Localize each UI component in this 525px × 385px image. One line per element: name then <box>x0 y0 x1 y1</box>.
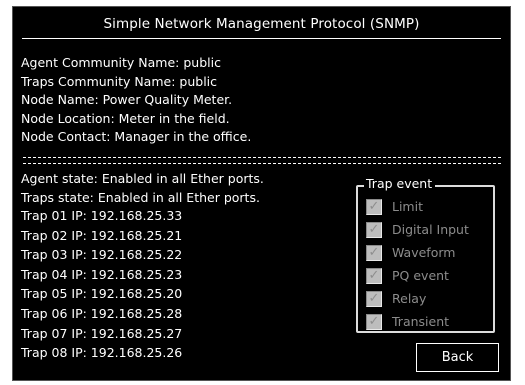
trap-event-pq-event: ✓ PQ event <box>366 264 469 287</box>
trap-event-digital-input: ✓ Digital Input <box>366 218 469 241</box>
digital-input-label: Digital Input <box>392 222 469 237</box>
waveform-checkbox: ✓ <box>366 244 382 261</box>
trap-ip-item: Trap 04 IP: 192.168.25.23 <box>21 266 183 282</box>
agent-community-name: Agent Community Name: public <box>21 55 221 70</box>
relay-label: Relay <box>392 291 427 306</box>
trap-event-group: Trap event ✓ Limit ✓ Digital Input ✓ Wav… <box>356 176 495 333</box>
trap-ip-item: Trap 08 IP: 192.168.25.26 <box>21 345 183 361</box>
trap-ip-item: Trap 03 IP: 192.168.25.22 <box>21 247 183 263</box>
snmp-screen: Simple Network Management Protocol (SNMP… <box>12 6 511 381</box>
transient-label: Transient <box>392 314 450 329</box>
traps-community-name: Traps Community Name: public <box>21 73 218 89</box>
back-button[interactable]: Back <box>416 343 499 372</box>
agent-state: Agent state: Enabled in all Ether ports. <box>21 171 264 186</box>
trap-ip-item: Trap 07 IP: 192.168.25.27 <box>21 325 183 341</box>
trap-ip-item: Trap 06 IP: 192.168.25.28 <box>21 305 183 321</box>
trap-ip-item: Trap 02 IP: 192.168.25.21 <box>21 227 183 243</box>
traps-state: Traps state: Enabled in all Ether ports. <box>21 189 260 205</box>
relay-checkbox: ✓ <box>366 290 382 307</box>
trap-event-transient: ✓ Transient <box>366 310 469 333</box>
equals-separator <box>23 157 501 164</box>
waveform-label: Waveform <box>392 245 456 260</box>
node-contact: Node Contact: Manager in the office. <box>21 129 252 144</box>
digital-input-checkbox: ✓ <box>366 221 382 238</box>
pq-event-label: PQ event <box>392 268 449 283</box>
pq-event-checkbox: ✓ <box>366 267 382 284</box>
limit-label: Limit <box>392 199 423 214</box>
snmp-status: Agent state: Enabled in all Ether ports.… <box>21 170 264 207</box>
trap-ip-item: Trap 01 IP: 192.168.25.33 <box>21 208 183 223</box>
node-location: Node Location: Meter in the field. <box>21 110 230 126</box>
title-divider <box>22 38 501 39</box>
trap-event-relay: ✓ Relay <box>366 287 469 310</box>
trap-ip-list: Trap 01 IP: 192.168.25.33 Trap 02 IP: 19… <box>21 206 182 363</box>
transient-checkbox: ✓ <box>366 313 382 330</box>
window-title: Simple Network Management Protocol (SNMP… <box>103 16 420 32</box>
trap-event-limit: ✓ Limit <box>366 195 469 218</box>
trap-event-waveform: ✓ Waveform <box>366 241 469 264</box>
limit-checkbox: ✓ <box>366 198 382 215</box>
trap-ip-item: Trap 05 IP: 192.168.25.20 <box>21 286 183 302</box>
trap-event-list: ✓ Limit ✓ Digital Input ✓ Waveform ✓ PQ … <box>366 195 469 333</box>
snmp-info: Agent Community Name: public Traps Commu… <box>21 54 251 147</box>
trap-event-title: Trap event <box>364 176 436 192</box>
node-name: Node Name: Power Quality Meter. <box>21 92 233 107</box>
